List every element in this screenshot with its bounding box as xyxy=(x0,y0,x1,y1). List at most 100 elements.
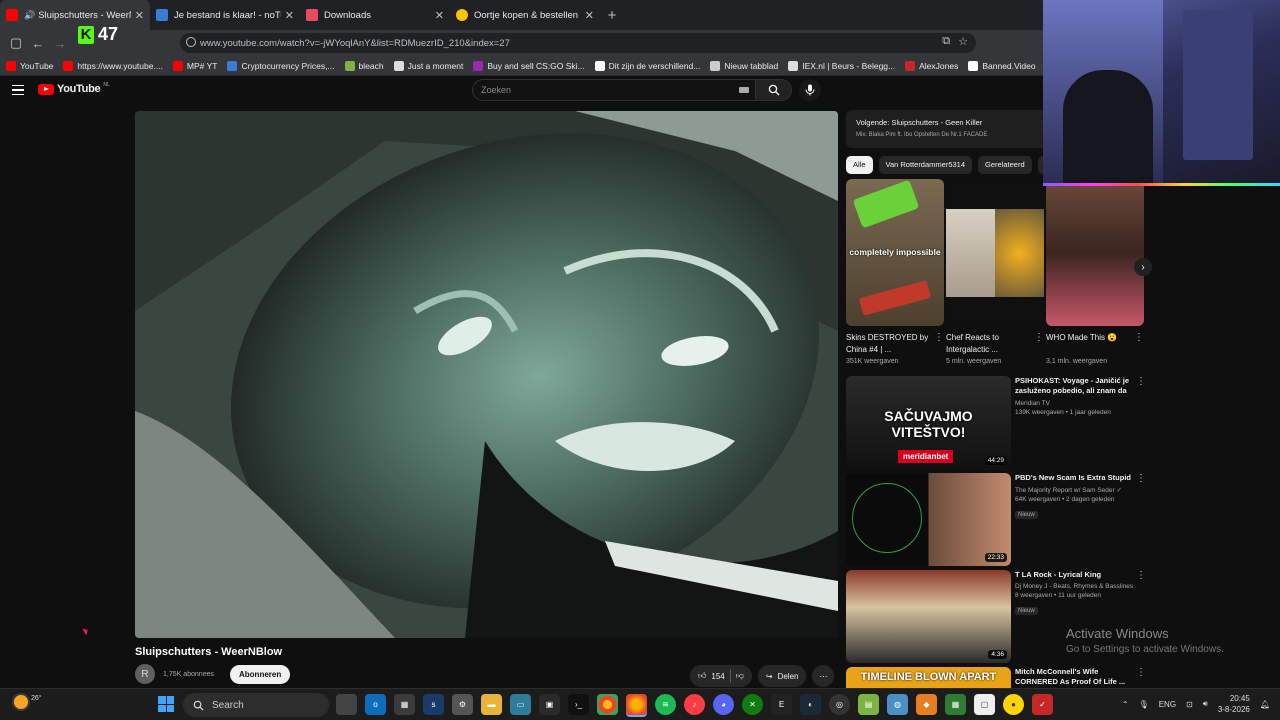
new-tab-button[interactable]: + xyxy=(600,0,624,30)
bookmark-item[interactable]: Nieuw tabblad xyxy=(710,60,778,71)
xbox-icon[interactable]: ✕ xyxy=(742,694,763,715)
keyboard-icon[interactable] xyxy=(739,87,749,93)
channel-name[interactable]: Dj Money J - Beats, Rhymes & Basslines xyxy=(1015,583,1134,590)
more-actions-button[interactable]: ⋯ xyxy=(812,665,835,687)
close-tab-icon[interactable]: ✕ xyxy=(135,9,144,22)
subscribe-button[interactable]: Abonneren xyxy=(230,664,291,684)
video-thumbnail[interactable]: TIMELINE BLOWN APART xyxy=(846,667,1011,688)
video-title[interactable]: T LA Rock - Lyrical King xyxy=(1015,570,1134,580)
short-item[interactable]: WHO Made This 😮 ⋮ 3,1 mln. weergaven xyxy=(1046,179,1144,365)
sbs-app-icon[interactable]: s xyxy=(423,694,444,715)
volume-icon[interactable]: 🔊︎ xyxy=(1203,699,1208,709)
picture-in-picture-icon[interactable]: ⧉ xyxy=(942,35,950,48)
chevron-up-icon[interactable]: ⌃ xyxy=(1122,700,1129,709)
youtube-logo[interactable]: YouTube NL xyxy=(38,82,110,95)
discord-icon[interactable]: ◕ xyxy=(713,694,734,715)
more-vert-icon[interactable]: ⋮ xyxy=(1134,332,1144,344)
browser-tab[interactable]: Je bestand is klaar! - noTube ✕ xyxy=(150,0,300,30)
steam-icon[interactable]: ◐ xyxy=(800,694,821,715)
network-icon[interactable]: ⊡ xyxy=(1186,700,1193,709)
short-item[interactable]: Chef Reacts to Intergalactic ... ⋮ 5 mln.… xyxy=(946,179,1044,365)
video-title[interactable]: PSIHOKAST: Voyage - Janičić je zasluženo… xyxy=(1015,376,1134,397)
search-button[interactable] xyxy=(756,79,792,101)
like-count[interactable]: 154 xyxy=(711,672,724,681)
bookmark-item[interactable]: Just a moment xyxy=(393,60,463,71)
app-dark-green-icon[interactable]: ▦ xyxy=(945,694,966,715)
app-orange-icon[interactable]: ◆ xyxy=(916,694,937,715)
bookmark-item[interactable]: MP# YT xyxy=(172,60,217,71)
short-title[interactable]: WHO Made This 😮 xyxy=(1046,333,1117,342)
short-thumbnail[interactable]: completely impossible xyxy=(846,179,944,326)
more-vert-icon[interactable]: ⋮ xyxy=(1034,332,1044,344)
weather-widget[interactable]: 26° xyxy=(14,695,42,709)
sidebar-toggle-icon[interactable]: ▢ xyxy=(5,32,27,54)
short-title[interactable]: Skins DESTROYED by China #4 | ... xyxy=(846,333,928,354)
close-tab-icon[interactable]: ✕ xyxy=(285,9,294,22)
chip-alle[interactable]: Alle xyxy=(846,156,873,174)
recommendation-item[interactable]: TIMELINE BLOWN APART Mitch McConnell's W… xyxy=(846,667,1146,688)
taskbar-search[interactable]: Search xyxy=(183,693,329,717)
chip-related[interactable]: Gerelateerd xyxy=(978,156,1032,174)
short-thumbnail[interactable] xyxy=(1046,179,1144,326)
spotify-icon[interactable]: ≋ xyxy=(655,694,676,715)
terminal-icon[interactable]: ›_ xyxy=(568,694,589,715)
browser-tab[interactable]: 🔊 Sluipschutters - WeerNBlow ✕ xyxy=(0,0,150,30)
app-blue-icon[interactable]: ◍ xyxy=(887,694,908,715)
channel-avatar[interactable]: R xyxy=(135,664,155,684)
settings-gear-icon[interactable]: ⚙ xyxy=(452,694,473,715)
channel-name[interactable]: The Majority Report w/ Sam Seder ✓ xyxy=(1015,486,1134,494)
app-yellow-icon[interactable]: ● xyxy=(1003,694,1024,715)
video-title[interactable]: PBD's New Scam Is Extra Stupid xyxy=(1015,473,1134,483)
firefox-icon[interactable] xyxy=(626,694,647,715)
shorts-next-button[interactable]: › xyxy=(1134,258,1152,276)
short-thumbnail[interactable] xyxy=(946,179,1044,326)
screen-app-icon[interactable]: ▭ xyxy=(510,694,531,715)
thumbs-down-icon[interactable]: 👎︎ xyxy=(736,671,744,681)
chrome-icon[interactable] xyxy=(597,694,618,715)
bookmark-item[interactable]: Buy and sell CS:GO Ski... xyxy=(473,60,585,71)
more-vert-icon[interactable]: ⋮ xyxy=(1136,376,1146,387)
music-icon[interactable]: ♪ xyxy=(684,694,705,715)
site-info-icon[interactable] xyxy=(186,37,196,47)
bookmark-item[interactable]: Cryptocurrency Prices,... xyxy=(227,60,335,71)
bookmark-star-icon[interactable]: ☆ xyxy=(958,35,968,48)
speaker-icon[interactable]: 🔊 xyxy=(24,10,35,21)
photos-icon[interactable]: ▣ xyxy=(539,694,560,715)
more-vert-icon[interactable]: ⋮ xyxy=(1136,473,1146,484)
app-green-icon[interactable]: ▤ xyxy=(858,694,879,715)
video-title[interactable]: Mitch McConnell's Wife CORNERED As Proof… xyxy=(1015,667,1134,687)
outlook-icon[interactable]: o xyxy=(365,694,386,715)
task-view-icon[interactable] xyxy=(336,694,357,715)
recommendation-item[interactable]: SAČUVAJMO VITEŠTVO! meridianbet 44:29 PS… xyxy=(846,376,1146,469)
clock[interactable]: 20:45 3-8-2026 xyxy=(1218,693,1250,715)
thumbs-up-icon[interactable]: 👍︎ xyxy=(698,671,706,681)
short-title[interactable]: Chef Reacts to Intergalactic ... xyxy=(946,333,999,354)
close-tab-icon[interactable]: ✕ xyxy=(435,9,444,22)
microphone-icon[interactable]: 🎙︎ xyxy=(1139,700,1149,709)
close-tab-icon[interactable]: ✕ xyxy=(585,9,594,22)
address-bar[interactable]: www.youtube.com/watch?v=-jWYoqlAnY&list=… xyxy=(180,33,976,53)
back-icon[interactable]: ← xyxy=(27,32,49,54)
more-vert-icon[interactable]: ⋮ xyxy=(934,332,944,344)
share-button[interactable]: ↪ Delen xyxy=(757,665,807,687)
up-next-card[interactable]: Volgende: Sluipschutters - Geen Killer M… xyxy=(846,110,1043,148)
forward-icon[interactable]: → xyxy=(49,32,71,54)
video-thumbnail[interactable]: 4:36 xyxy=(846,570,1011,663)
video-thumbnail[interactable]: SAČUVAJMO VITEŠTVO! meridianbet 44:29 xyxy=(846,376,1011,469)
bookmark-item[interactable]: IEX.nl | Beurs - Belegg... xyxy=(788,60,895,71)
menu-icon[interactable] xyxy=(12,85,24,95)
bookmark-item[interactable]: AlexJones xyxy=(905,60,958,71)
channel-name[interactable]: Meridian TV xyxy=(1015,400,1134,407)
more-vert-icon[interactable]: ⋮ xyxy=(1136,667,1146,678)
browser-tab[interactable]: Downloads ✕ xyxy=(300,0,450,30)
app-red-icon[interactable]: ✓ xyxy=(1032,694,1053,715)
video-player[interactable] xyxy=(135,111,838,638)
calculator-icon[interactable]: ▦ xyxy=(394,694,415,715)
start-button[interactable] xyxy=(158,696,174,712)
short-item[interactable]: completely impossible Skins DESTROYED by… xyxy=(846,179,944,365)
file-explorer-icon[interactable]: ▬ xyxy=(481,694,502,715)
bookmark-item[interactable]: bleach xyxy=(344,60,384,71)
video-thumbnail[interactable]: 22:33 xyxy=(846,473,1011,566)
bookmark-item[interactable]: YouTube xyxy=(6,60,53,71)
app-white-icon[interactable]: ▢ xyxy=(974,694,995,715)
